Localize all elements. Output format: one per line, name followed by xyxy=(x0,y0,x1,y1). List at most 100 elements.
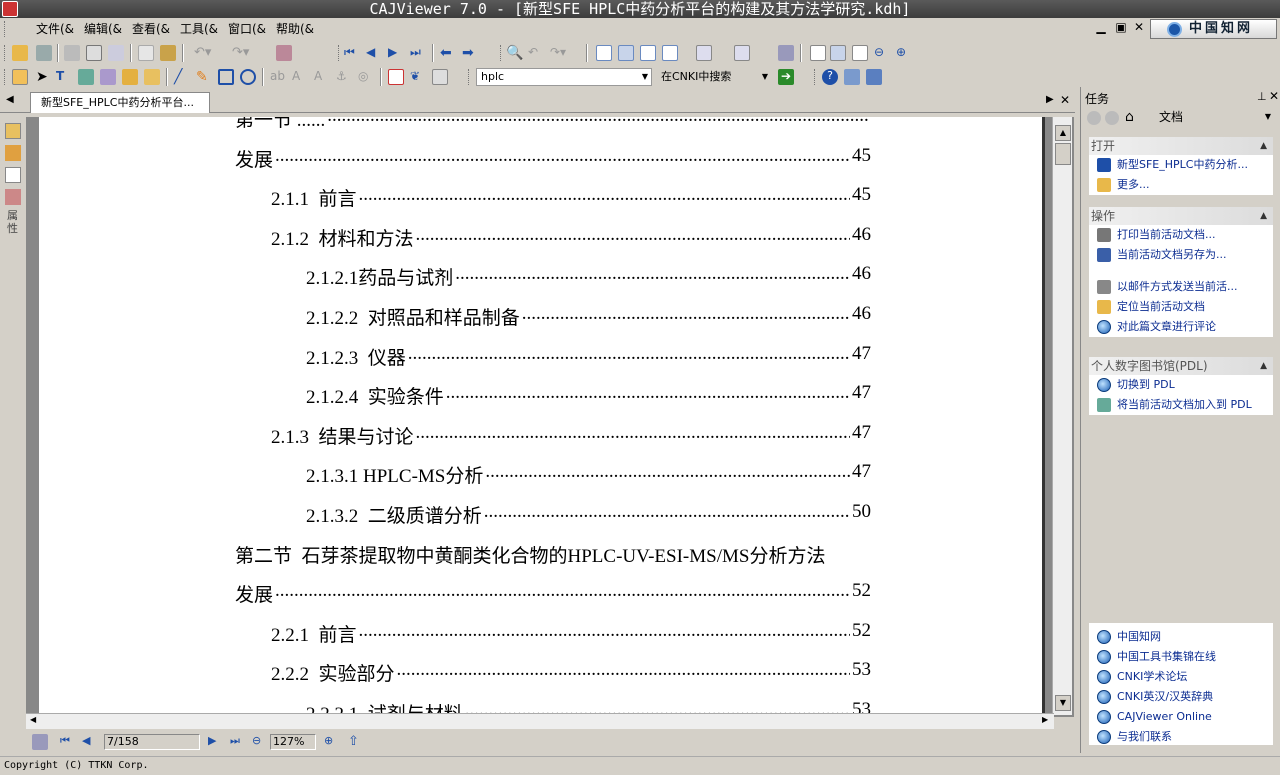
menu-help[interactable]: 帮助(& xyxy=(276,20,314,38)
go-search-icon[interactable]: ➔ xyxy=(778,69,794,85)
task-link[interactable]: 更多... xyxy=(1089,175,1273,195)
copy-icon[interactable] xyxy=(138,45,154,61)
toolbar-grip[interactable] xyxy=(338,45,341,61)
fit-width-icon[interactable] xyxy=(830,45,846,61)
close-doc-button[interactable]: ✕ xyxy=(1132,20,1146,34)
menu-file[interactable]: 文件(& xyxy=(36,20,74,38)
open-icon[interactable] xyxy=(12,45,28,61)
menubar-grip[interactable] xyxy=(4,21,7,37)
pen-icon[interactable]: ╱ xyxy=(174,69,190,85)
restore-button[interactable]: ▣ xyxy=(1114,20,1128,34)
image-select-icon[interactable] xyxy=(78,69,94,85)
web-link[interactable]: CNKI学术论坛 xyxy=(1089,667,1273,687)
toolbar-grip[interactable] xyxy=(4,69,7,85)
chevron-down-icon[interactable]: ▼ xyxy=(642,69,648,85)
task-section-header[interactable]: 打开 ▲ xyxy=(1089,137,1273,155)
cnki-icon[interactable] xyxy=(844,69,860,85)
dictionary-icon[interactable] xyxy=(432,69,448,85)
last-page-icon[interactable]: ⏭ xyxy=(410,45,426,61)
search-input[interactable]: hplc ▼ xyxy=(476,68,652,86)
search-icon[interactable]: 🔍 xyxy=(506,45,523,61)
forward-icon[interactable]: ➡ xyxy=(462,45,478,61)
chevron-down-icon[interactable]: ▼ xyxy=(762,69,768,85)
page-number-field[interactable]: 7/158 xyxy=(104,734,200,750)
task-link[interactable]: 将当前活动文档加入到 PDL xyxy=(1089,395,1273,415)
scroll-right-icon[interactable]: ▶ xyxy=(1042,715,1048,724)
task-link[interactable]: 以邮件方式发送当前活... xyxy=(1089,277,1273,297)
info-icon[interactable] xyxy=(866,69,882,85)
next-page-icon[interactable]: ▶ xyxy=(388,45,404,61)
scroll-down-icon[interactable]: ▼ xyxy=(1055,695,1071,711)
close-tab-icon[interactable]: ✕ xyxy=(1060,93,1070,107)
menu-window[interactable]: 窗口(& xyxy=(228,20,266,38)
task-link[interactable]: 切换到 PDL xyxy=(1089,375,1273,395)
properties-icon[interactable] xyxy=(276,45,292,61)
toolbar-grip[interactable] xyxy=(4,45,7,61)
search-prev-icon[interactable]: ↶ xyxy=(528,45,544,61)
fit-page-icon[interactable] xyxy=(852,45,868,61)
toc-entry[interactable]: 2.2.1 前言 52 xyxy=(271,620,871,647)
toc-entry[interactable]: 2.1.2.2 对照品和样品制备 46 xyxy=(306,303,871,330)
toc-entry[interactable]: 发展 52 xyxy=(235,580,871,607)
facing-page-icon[interactable] xyxy=(640,45,656,61)
rotate-icon[interactable] xyxy=(696,45,712,61)
fullscreen-icon[interactable] xyxy=(778,45,794,61)
scroll-left-icon[interactable]: ◀ xyxy=(30,715,36,724)
task-link[interactable]: 定位当前活动文档 xyxy=(1089,297,1273,317)
paste-icon[interactable] xyxy=(160,45,176,61)
task-link[interactable]: 当前活动文档另存为... xyxy=(1089,245,1273,265)
attribute-panel-icon[interactable] xyxy=(5,189,21,205)
task-section-header[interactable]: 个人数字图书馆(PDL) ▲ xyxy=(1089,357,1273,375)
rectangle-icon[interactable] xyxy=(218,69,234,85)
zoom-out-icon[interactable]: ⊖ xyxy=(252,734,268,750)
tab-scroll-right-icon[interactable]: ▶ xyxy=(1046,94,1054,105)
annotation-icon[interactable] xyxy=(388,69,404,85)
back-icon[interactable]: ⬅ xyxy=(440,45,456,61)
undo-icon[interactable]: ↶▾ xyxy=(194,45,211,61)
horizontal-scrollbar[interactable]: ◀ ▶ xyxy=(26,713,1054,729)
continuous-facing-icon[interactable] xyxy=(662,45,678,61)
anchor-icon[interactable]: ⚓ xyxy=(336,69,352,85)
zoom-in-icon[interactable]: ⊕ xyxy=(324,734,340,750)
zoom-in-icon[interactable]: ⊕ xyxy=(896,45,912,61)
first-page-icon[interactable]: ⏮ xyxy=(60,734,76,750)
outline-panel-icon[interactable] xyxy=(5,167,21,183)
close-panel-icon[interactable]: ✕ xyxy=(1269,89,1279,103)
task-link[interactable]: 新型SFE_HPLC中药分析... xyxy=(1089,155,1273,175)
save-icon[interactable] xyxy=(36,45,52,61)
continuous-page-icon[interactable] xyxy=(618,45,634,61)
toc-entry[interactable]: 2.1.3.1 HPLC-MS分析 47 xyxy=(306,461,871,488)
back-icon[interactable] xyxy=(1087,111,1101,125)
web-link[interactable]: 中国工具书集锦在线 xyxy=(1089,647,1273,667)
pen-panel-icon[interactable] xyxy=(5,145,21,161)
bookmark-icon[interactable]: ❦ xyxy=(410,69,426,85)
cnki-logo[interactable]: 中国知网 xyxy=(1150,19,1277,39)
tab-document[interactable]: 新型SFE_HPLC中药分析平台... xyxy=(30,92,210,113)
menu-edit[interactable]: 编辑(& xyxy=(84,20,122,38)
minimize-button[interactable]: ▁ xyxy=(1094,20,1108,34)
up-arrow-icon[interactable]: ⇧ xyxy=(348,734,364,750)
single-page-icon[interactable] xyxy=(596,45,612,61)
prev-page-icon[interactable]: ◀ xyxy=(82,734,98,750)
toc-entry[interactable]: 2.1.2.1药品与试剂 46 xyxy=(306,263,871,290)
ocr-icon[interactable] xyxy=(100,69,116,85)
toolbar-grip[interactable] xyxy=(814,69,817,85)
web-link[interactable]: CAJViewer Online xyxy=(1089,707,1273,727)
collapse-icon[interactable]: ▲ xyxy=(1260,207,1267,225)
vertical-scrollbar[interactable]: ▲ ▼ xyxy=(1052,117,1072,715)
marker-icon[interactable]: ✎ xyxy=(196,69,212,85)
toc-entry[interactable]: 第二节 石芽茶提取物中黄酮类化合物的HPLC-UV-ESI-MS/MS分析方法 xyxy=(235,541,871,568)
toc-entry[interactable]: 2.1.2.3 仪器 47 xyxy=(306,343,871,370)
strikeout-icon[interactable]: A xyxy=(292,69,308,85)
attribute-tab-label[interactable]: 属性 xyxy=(7,209,21,235)
toc-entry[interactable]: 发展 45 xyxy=(235,145,871,172)
scroll-thumb[interactable] xyxy=(1055,143,1071,165)
prev-page-icon[interactable]: ◀ xyxy=(366,45,382,61)
toolbar-grip[interactable] xyxy=(500,45,503,61)
toc-entry[interactable]: 2.1.2.4 实验条件 47 xyxy=(306,382,871,409)
tab-scroll-left-icon[interactable]: ◀ xyxy=(6,94,14,105)
web-link[interactable]: CNKI英汉/汉英辞典 xyxy=(1089,687,1273,707)
task-link[interactable]: 对此篇文章进行评论 xyxy=(1089,317,1273,337)
menu-view[interactable]: 查看(& xyxy=(132,20,170,38)
panel-type-select[interactable]: 文档 ▼ xyxy=(1151,108,1275,126)
